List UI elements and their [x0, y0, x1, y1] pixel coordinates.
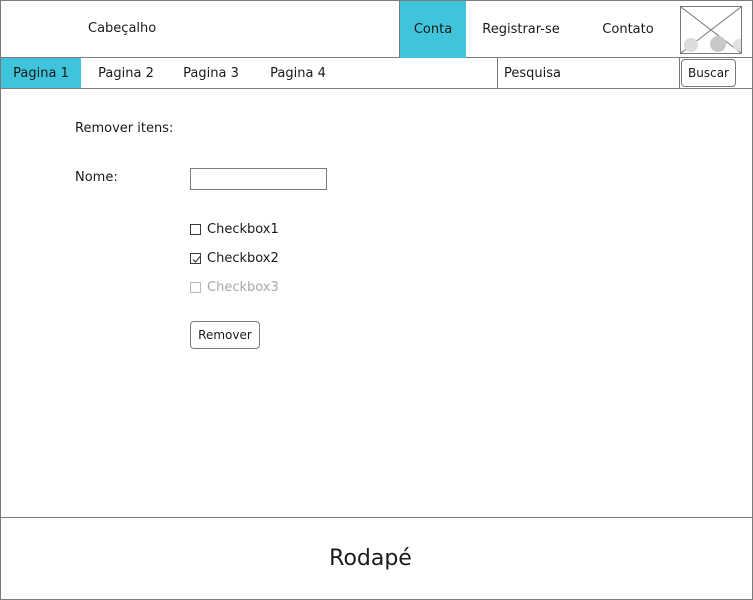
header-title: Cabeçalho [88, 21, 157, 36]
checkmark-icon [192, 255, 201, 263]
section-title: Remover itens: [75, 121, 174, 136]
name-label: Nome: [75, 170, 118, 185]
checkbox-1-box[interactable] [190, 223, 201, 235]
tab-bar: Pagina 1 Pagina 2 Pagina 3 Pagina 4 Busc… [1, 58, 752, 89]
checkbox-2-box[interactable] [190, 252, 201, 264]
tab-pagina-4[interactable]: Pagina 4 [251, 58, 345, 88]
checkbox-3-label: Checkbox3 [207, 279, 279, 295]
image-placeholder-icon [680, 6, 742, 54]
header: Cabeçalho Conta Registrar-se Contato [1, 1, 752, 58]
checkbox-2[interactable]: Checkbox2 [190, 250, 279, 266]
tab-pagina-2[interactable]: Pagina 2 [81, 58, 171, 88]
nav-item-conta[interactable]: Conta [400, 1, 466, 58]
tab-pagina-3[interactable]: Pagina 3 [171, 58, 251, 88]
remove-button[interactable]: Remover [190, 321, 260, 349]
footer-text: Rodapé [329, 546, 412, 571]
footer: Rodapé [1, 517, 752, 599]
checkbox-1-label: Checkbox1 [207, 221, 279, 237]
checkbox-3-box [190, 281, 201, 293]
nav-item-registrar[interactable]: Registrar-se [466, 1, 576, 58]
search-button[interactable]: Buscar [681, 59, 736, 87]
search-input[interactable] [497, 58, 680, 88]
checkbox-2-label: Checkbox2 [207, 250, 279, 266]
checkbox-3: Checkbox3 [190, 279, 279, 295]
tabs: Pagina 1 Pagina 2 Pagina 3 Pagina 4 [1, 58, 345, 88]
top-nav: Conta Registrar-se Contato [399, 1, 680, 58]
checkbox-1[interactable]: Checkbox1 [190, 221, 279, 237]
nav-item-contato[interactable]: Contato [576, 1, 680, 58]
name-input[interactable] [190, 168, 327, 190]
page-frame [0, 0, 753, 600]
tab-pagina-1[interactable]: Pagina 1 [1, 58, 81, 88]
